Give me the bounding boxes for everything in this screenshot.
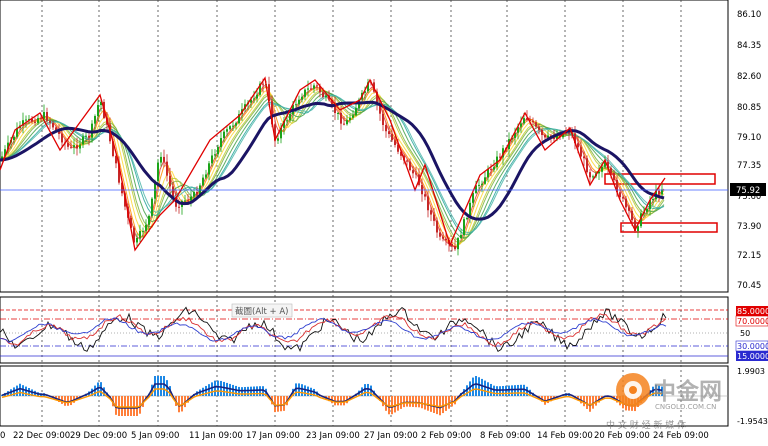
svg-text:70.0000: 70.0000 (737, 317, 768, 326)
time-axis: 0 22 Dec 09:00 29 Dec 09:00 5 Jan 09:00 … (0, 431, 709, 441)
price-label: 73.90 (737, 222, 761, 232)
svg-text:50: 50 (740, 329, 750, 338)
svg-text:15.0000: 15.0000 (737, 352, 768, 361)
oscillator-watermark[interactable]: 截圖(Alt + A) (232, 304, 292, 317)
time-label: 17 Jan 09:00 (246, 431, 300, 441)
time-label: 20 Feb 09:00 (594, 431, 650, 441)
svg-text:1.9903: 1.9903 (737, 367, 765, 376)
time-label: 23 Jan 09:00 (306, 431, 360, 441)
time-label: 27 Jan 09:00 (364, 431, 418, 441)
time-label: 11 Jan 09:00 (189, 431, 243, 441)
current-price-badge: 75.92 (730, 183, 766, 196)
price-axis: 86.10 84.35 82.60 80.85 79.10 77.35 75.6… (737, 10, 761, 291)
price-label: 82.60 (737, 72, 761, 82)
chart-window: 86.10 84.35 82.60 80.85 79.10 77.35 75.6… (0, 0, 768, 442)
time-label: 0 (0, 431, 5, 441)
logo-tagline: 中 文 财 经 新 媒 体 (606, 419, 686, 431)
time-label: 2 Feb 09:00 (421, 431, 471, 441)
logo-brand: 中金网 (653, 378, 722, 405)
price-label: 79.10 (737, 133, 761, 143)
time-label: 22 Dec 09:00 (13, 431, 70, 441)
price-pane[interactable] (0, 0, 728, 292)
time-label: 5 Jan 09:00 (131, 431, 179, 441)
price-label: 70.45 (737, 281, 761, 291)
svg-text:75.92: 75.92 (736, 186, 760, 196)
svg-text:截圖(Alt + A): 截圖(Alt + A) (235, 306, 288, 317)
time-label: 29 Dec 09:00 (70, 431, 127, 441)
time-label: 14 Feb 09:00 (537, 431, 593, 441)
price-label: 86.10 (737, 10, 761, 20)
price-label: 84.35 (737, 41, 761, 51)
price-label: 80.85 (737, 103, 761, 113)
time-label: 8 Feb 09:00 (480, 431, 530, 441)
svg-text:85.0000: 85.0000 (737, 307, 768, 316)
time-label: 24 Feb 09:00 (653, 431, 709, 441)
svg-text:-1.9543: -1.9543 (737, 417, 768, 426)
price-label: 77.35 (737, 161, 761, 171)
oscillator-axis: 85.0000 70.0000 50 30.0000 15.0000 (736, 306, 768, 361)
price-label: 72.15 (737, 251, 761, 261)
logo-url: CNGOLD.COM.CN (655, 403, 716, 411)
macd-axis: 1.9903 -1.9543 (737, 367, 768, 426)
svg-text:30.0000: 30.0000 (737, 342, 768, 351)
